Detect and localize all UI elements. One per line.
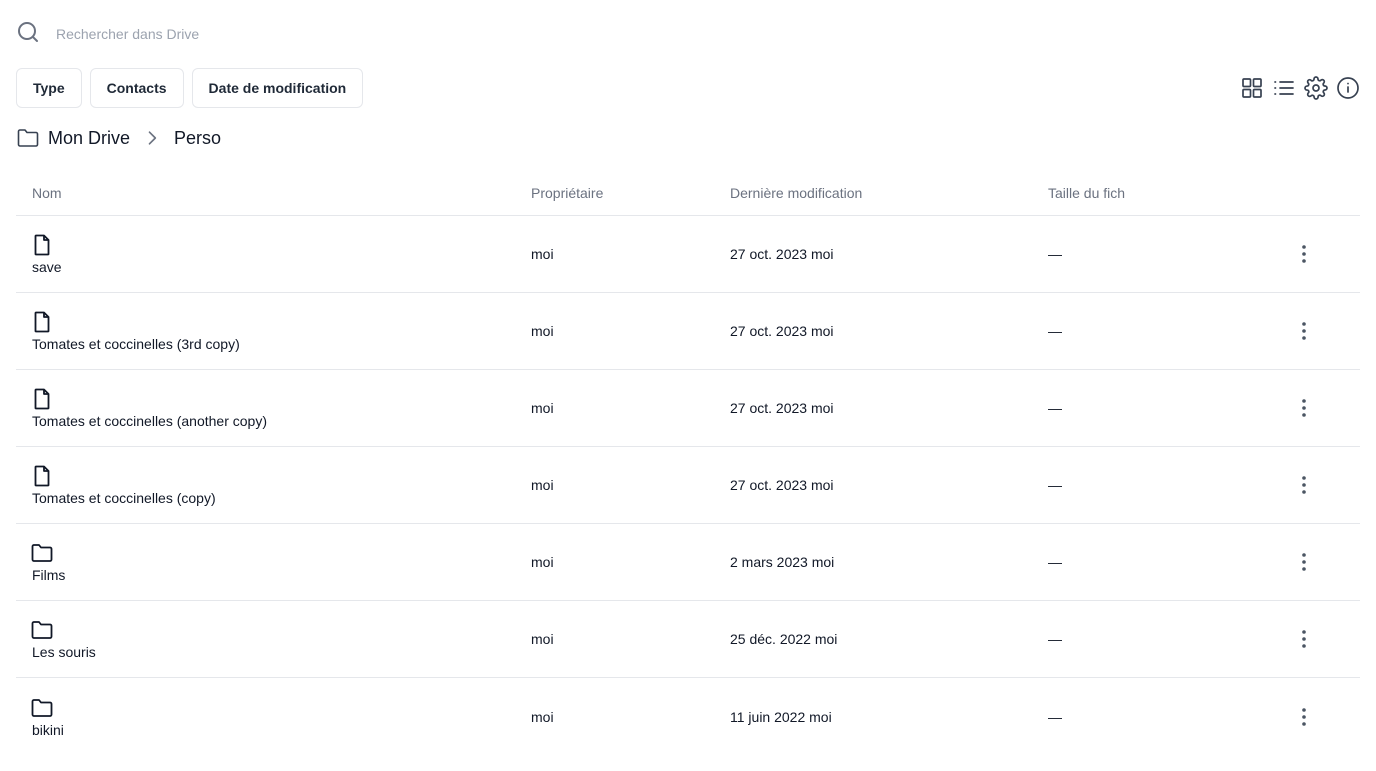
- chevron-right-icon: [148, 131, 157, 145]
- cell-size: —: [1048, 554, 1062, 570]
- cell-owner: moi: [531, 246, 554, 262]
- cell-name: Tomates et coccinelles (3rd copy): [16, 310, 531, 352]
- filter-date-button[interactable]: Date de modification: [191, 68, 364, 108]
- filter-type-button[interactable]: Type: [16, 68, 82, 108]
- cell-modified: 25 déc. 2022 moi: [730, 631, 838, 647]
- cell-size: —: [1048, 400, 1062, 416]
- table-row[interactable]: Tomates et coccinelles (copy) moi 27 oct. …: [16, 447, 1360, 524]
- table-row[interactable]: Tomates et coccinelles (3rd copy) moi 27 o…: [16, 293, 1360, 370]
- cell-name: Les souris: [16, 618, 531, 660]
- cell-size: —: [1048, 708, 1062, 725]
- cell-modified: 27 oct. 2023 moi: [730, 400, 834, 416]
- more-options-icon[interactable]: [1292, 627, 1316, 651]
- gear-icon[interactable]: [1304, 76, 1328, 100]
- table-header: Nom Propriétaire Dernière modification T…: [16, 170, 1360, 216]
- breadcrumb-root[interactable]: Mon Drive: [48, 128, 130, 149]
- item-name: Tomates et coccinelles (another copy): [32, 413, 267, 429]
- item-name: Tomates et coccinelles (3rd copy): [32, 336, 240, 352]
- table-row[interactable]: bikini moi 11 juin 2022 moi —: [16, 678, 1360, 755]
- cell-name: Films: [16, 541, 531, 583]
- cell-owner: moi: [531, 631, 554, 647]
- cell-modified: 27 oct. 2023 moi: [730, 246, 834, 262]
- cell-name: save: [16, 233, 531, 275]
- cell-name: Tomates et coccinelles (another copy): [16, 387, 531, 429]
- file-table: Nom Propriétaire Dernière modification T…: [16, 170, 1360, 755]
- cell-size: —: [1048, 246, 1062, 262]
- search-icon[interactable]: [16, 20, 40, 49]
- cell-owner: moi: [531, 477, 554, 493]
- more-options-icon[interactable]: [1292, 550, 1316, 574]
- more-options-icon[interactable]: [1292, 242, 1316, 266]
- item-name: bikini: [32, 721, 64, 738]
- file-icon: [34, 234, 50, 256]
- header-size[interactable]: Taille du fich: [1048, 185, 1248, 201]
- file-icon: [34, 388, 50, 410]
- table-row[interactable]: Films moi 2 mars 2023 moi —: [16, 524, 1360, 601]
- cell-size: —: [1048, 477, 1062, 493]
- info-icon[interactable]: [1336, 76, 1360, 100]
- table-row[interactable]: save moi 27 oct. 2023 moi —: [16, 216, 1360, 293]
- breadcrumb-current[interactable]: Perso: [174, 128, 221, 149]
- cell-owner: moi: [531, 400, 554, 416]
- cell-owner: moi: [531, 708, 554, 725]
- breadcrumb: Mon Drive Perso: [16, 124, 221, 152]
- cell-modified: 2 mars 2023 moi: [730, 554, 835, 570]
- cell-owner: moi: [531, 323, 554, 339]
- search-input[interactable]: [56, 26, 656, 42]
- folder-icon: [31, 544, 53, 562]
- cell-size: —: [1048, 631, 1062, 647]
- more-options-icon[interactable]: [1292, 473, 1316, 497]
- header-modified[interactable]: Dernière modification: [730, 185, 1048, 201]
- item-name: save: [32, 259, 62, 275]
- cell-owner: moi: [531, 554, 554, 570]
- file-icon: [34, 311, 50, 333]
- folder-icon: [31, 698, 53, 717]
- more-options-icon[interactable]: [1292, 705, 1316, 729]
- cell-name: bikini: [16, 696, 531, 738]
- grid-view-icon[interactable]: [1240, 76, 1264, 100]
- folder-icon: [17, 129, 39, 147]
- more-options-icon[interactable]: [1292, 319, 1316, 343]
- folder-icon: [31, 621, 53, 639]
- item-name: Tomates et coccinelles (copy): [32, 490, 216, 506]
- filter-contacts-button[interactable]: Contacts: [89, 68, 184, 108]
- cell-name: Tomates et coccinelles (copy): [16, 464, 531, 506]
- item-name: Films: [32, 567, 66, 583]
- table-row[interactable]: Tomates et coccinelles (another copy) moi…: [16, 370, 1360, 447]
- filter-bar: Type Contacts Date de modification: [16, 68, 364, 108]
- header-name[interactable]: Nom: [16, 185, 531, 201]
- item-name: Les souris: [32, 644, 96, 660]
- header-owner[interactable]: Propriétaire: [531, 185, 730, 201]
- list-view-icon[interactable]: [1272, 76, 1296, 100]
- cell-modified: 27 oct. 2023 moi: [730, 323, 834, 339]
- view-toolbar: [1240, 76, 1360, 100]
- table-body: save moi 27 oct. 2023 moi — Tomates et cocci…: [16, 216, 1360, 755]
- file-icon: [34, 465, 50, 487]
- more-options-icon[interactable]: [1292, 396, 1316, 420]
- cell-size: —: [1048, 323, 1062, 339]
- cell-modified: 11 juin 2022 moi: [730, 708, 832, 725]
- search-bar[interactable]: [16, 18, 716, 50]
- cell-modified: 27 oct. 2023 moi: [730, 477, 834, 493]
- table-row[interactable]: Les souris moi 25 déc. 2022 moi —: [16, 601, 1360, 678]
